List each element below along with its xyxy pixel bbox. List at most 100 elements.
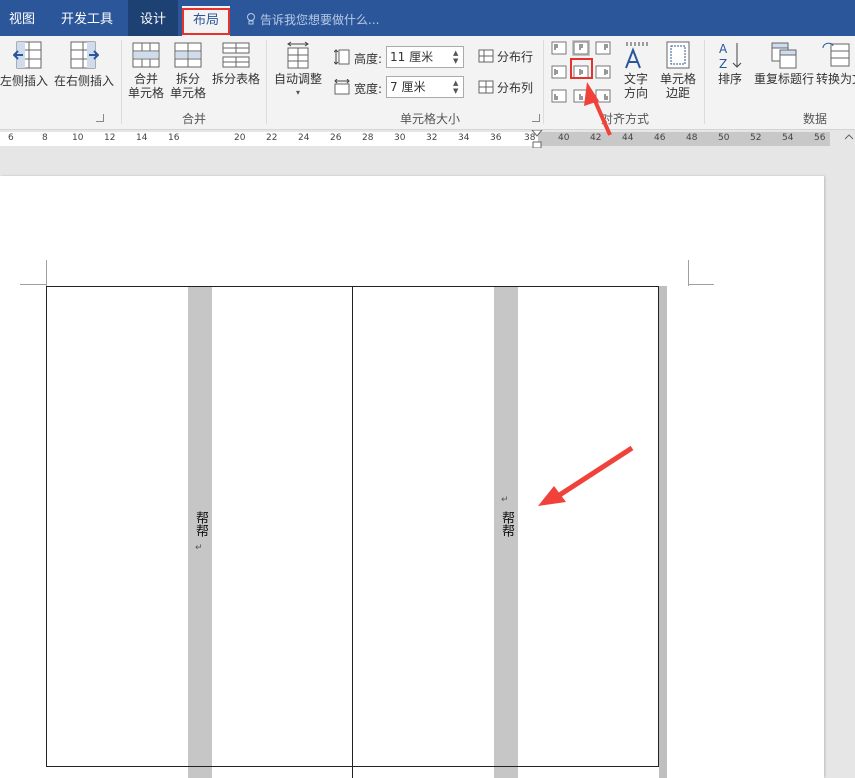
row-height-icon: [334, 49, 350, 65]
ruler-number: 10: [72, 133, 84, 143]
align-top-right-icon[interactable]: [594, 40, 612, 56]
sort-label: 排序: [717, 72, 742, 86]
corner-mark: [20, 284, 46, 285]
merge-cells-icon: [132, 42, 160, 68]
lightbulb-icon: [247, 13, 255, 25]
align-middle-left-icon[interactable]: [550, 64, 568, 80]
text-direction-label-1: 文字: [623, 72, 648, 86]
cell-margins-label-1: 单元格: [659, 72, 696, 86]
width-spin-arrows-icon[interactable]: ▲ ▼: [453, 79, 461, 95]
width-value: 7 厘米: [390, 80, 426, 94]
ruler-number: 12: [104, 133, 116, 143]
repeat-header-icon: [771, 42, 797, 69]
ruler-number: 36: [490, 133, 502, 143]
corner-mark: [688, 260, 689, 286]
horizontal-ruler[interactable]: 6 8 10 12 14 16 20 22 24 26 28 30 32 34 36 38 40 42 44 46 48…: [0, 130, 855, 148]
selection-bar: [659, 286, 667, 778]
ruler-number: 8: [42, 133, 48, 143]
alignment-group-label: 对齐方式: [600, 112, 649, 126]
ruler-number: 34: [458, 133, 470, 143]
split-cells-icon: [174, 42, 202, 68]
ruler-number: 22: [266, 133, 278, 143]
convert-to-text-label: 转换为文: [816, 72, 855, 86]
convert-to-text-button[interactable]: 转换为文: [816, 40, 855, 86]
merge-group-label: 合并: [181, 112, 206, 126]
table-row-2[interactable]: [46, 766, 659, 778]
ruler-number: 52: [750, 133, 762, 143]
align-top-center-icon[interactable]: [572, 40, 590, 56]
table-cell-1[interactable]: 帮帮 ↵: [46, 286, 353, 768]
sort-icon: A Z: [719, 42, 742, 70]
distribute-columns-icon: [478, 80, 494, 94]
table[interactable]: 帮帮 ↵ 帮帮 ↵ ↵: [46, 286, 669, 778]
distribute-columns-button[interactable]: 分布列: [478, 79, 533, 96]
tab-layout[interactable]: 布局: [182, 6, 230, 36]
page: 帮帮 ↵ 帮帮 ↵ ↵: [0, 176, 824, 778]
ruler-number: 54: [782, 133, 794, 143]
repeat-header-rows-button[interactable]: 重复标题行: [752, 40, 816, 86]
group-separator: [266, 40, 267, 124]
align-bottom-right-icon[interactable]: [594, 88, 612, 104]
width-label: 宽度:: [354, 82, 383, 96]
height-spin-arrows-icon[interactable]: ▲ ▼: [453, 49, 461, 65]
cell-margins-icon: [666, 41, 690, 69]
group-separator: [543, 40, 544, 124]
ribbon-tab-bar: 视图 开发工具 设计 布局 告诉我您想要做什么...: [0, 0, 855, 36]
cell1-vertical-text: 帮帮: [193, 511, 208, 537]
text-direction-icon: [625, 42, 648, 69]
distribute-columns-label: 分布列: [497, 81, 534, 95]
tab-developer[interactable]: 开发工具: [48, 0, 126, 36]
ruler-number: 40: [558, 133, 570, 143]
rows-columns-dialog-launcher[interactable]: [96, 114, 104, 122]
ruler-number: 20: [234, 133, 246, 143]
text-shading: [188, 767, 212, 778]
corner-mark: [688, 284, 714, 285]
cell-margins-label-2: 边距: [665, 86, 690, 100]
ruler-number: 42: [590, 133, 602, 143]
tab-design[interactable]: 设计: [128, 0, 178, 36]
text-shading: [494, 767, 518, 778]
cell-end-mark: ↵: [195, 543, 203, 553]
indent-marker-icon[interactable]: [531, 130, 543, 148]
text-direction-button[interactable]: 文字 方向: [620, 40, 652, 100]
convert-to-text-icon: [822, 42, 849, 67]
ruler-number: 48: [686, 133, 698, 143]
cell-size-dialog-launcher[interactable]: [532, 114, 540, 122]
group-separator: [121, 40, 122, 124]
column-width-icon: [334, 79, 350, 95]
distribute-rows-button[interactable]: 分布行: [478, 48, 533, 65]
ribbon-layout: 左侧插入 在右侧插入 合并 单元格 拆分 单元格 拆分表格 合并 自动调整 ▾ …: [0, 36, 855, 130]
cell-border: [352, 767, 353, 778]
split-cells-button[interactable]: 拆分 单元格: [168, 40, 208, 100]
split-table-button[interactable]: 拆分表格: [210, 40, 262, 86]
distribute-rows-icon: [478, 49, 494, 63]
ruler-number: 26: [330, 133, 342, 143]
collapse-ribbon-icon[interactable]: [844, 132, 854, 142]
align-bottom-left-icon[interactable]: [550, 88, 568, 104]
merge-cells-button[interactable]: 合并 单元格: [126, 40, 166, 100]
cell-margins-button[interactable]: 单元格 边距: [656, 40, 700, 100]
align-bottom-center-icon[interactable]: [572, 88, 590, 104]
align-top-left-icon[interactable]: [550, 40, 568, 56]
table-cell-2[interactable]: 帮帮 ↵: [352, 286, 659, 768]
cell-size-group-label: 单元格大小: [399, 112, 460, 126]
insert-right-button[interactable]: 在右侧插入: [54, 40, 114, 88]
height-label: 高度:: [354, 52, 383, 66]
autofit-button[interactable]: 自动调整 ▾: [270, 40, 326, 100]
ruler-number: 44: [622, 133, 634, 143]
text-direction-label-2: 方向: [623, 86, 648, 100]
align-middle-right-icon[interactable]: [594, 64, 612, 80]
svg-text:A: A: [719, 42, 728, 56]
tab-view[interactable]: 视图: [0, 0, 44, 36]
split-table-icon: [222, 42, 250, 68]
height-spinbox[interactable]: 11 厘米 ▲ ▼: [386, 46, 464, 68]
width-spinbox[interactable]: 7 厘米 ▲ ▼: [386, 76, 464, 98]
document-area[interactable]: 帮帮 ↵ 帮帮 ↵ ↵: [0, 148, 855, 778]
split-cells-label-1: 拆分: [175, 72, 200, 86]
sort-button[interactable]: A Z 排序: [712, 40, 748, 86]
insert-left-label: 左侧插入: [0, 74, 49, 88]
svg-text:Z: Z: [719, 57, 727, 70]
merge-cells-label-2: 单元格: [127, 86, 164, 100]
tell-me-box[interactable]: 告诉我您想要做什么...: [246, 0, 379, 36]
insert-left-button[interactable]: 左侧插入: [0, 40, 56, 88]
